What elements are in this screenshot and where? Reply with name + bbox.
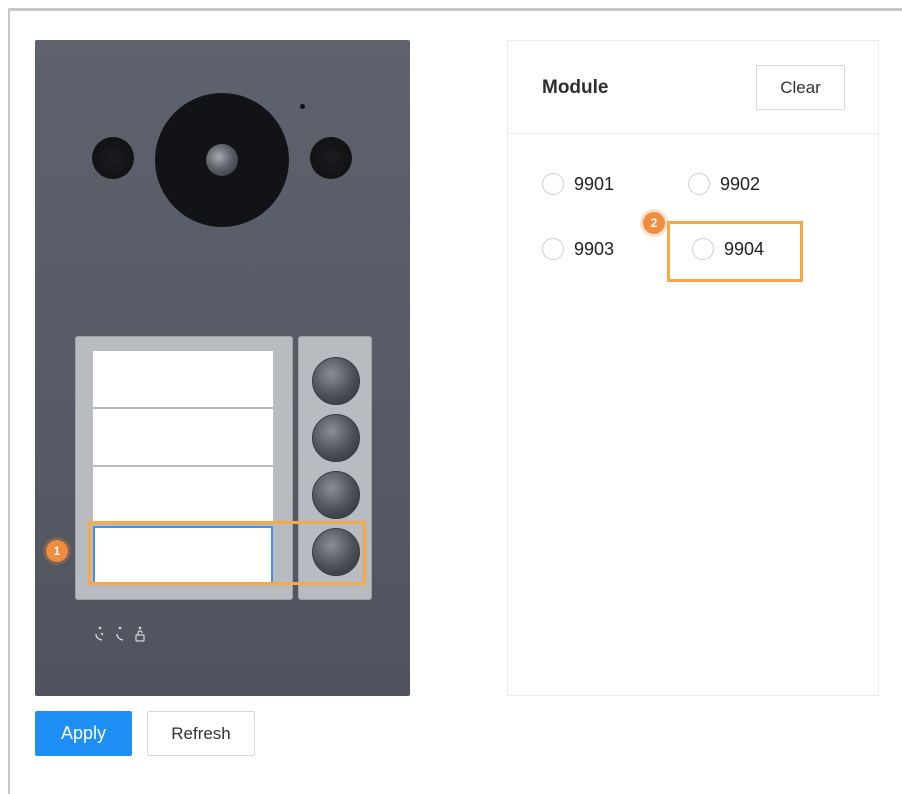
module-option-9903[interactable]: 9903 [542,238,614,260]
call-button-2[interactable] [312,414,360,462]
talk-status-icon [116,626,124,641]
right-ir-sensor-icon [310,137,352,179]
module-title: Module [542,77,609,98]
status-indicators [93,626,147,642]
module-option-9902[interactable]: 9902 [688,173,760,195]
module-option-label: 9903 [574,238,615,259]
callout-highlight-module-9904 [667,221,803,282]
callout-highlight-button-4 [88,521,366,585]
call-status-icon [95,626,104,641]
microphone-hole-icon [300,104,305,109]
camera-lens-icon [206,144,238,176]
module-header: Module Clear [508,41,878,134]
name-slot-3[interactable] [93,467,273,523]
left-ir-sensor-icon [92,137,134,179]
call-button-3[interactable] [312,471,360,519]
clear-button[interactable]: Clear [756,65,845,110]
radio-icon[interactable] [542,238,564,260]
apply-button[interactable]: Apply [35,711,132,756]
module-option-label: 9902 [720,173,761,194]
call-button-1[interactable] [312,357,360,405]
module-panel: Module Clear 9901 9902 9903 9904 [507,40,879,696]
frame-top-border [8,8,902,11]
refresh-button[interactable]: Refresh [147,711,255,756]
camera-icon [155,93,289,227]
module-option-label: 9901 [574,173,615,194]
callout-badge-1: 1 [46,540,68,562]
unlock-status-icon [135,626,145,642]
radio-icon[interactable] [542,173,564,195]
radio-icon[interactable] [688,173,710,195]
door-station-device [35,40,410,696]
callout-badge-2: 2 [643,212,665,234]
name-slot-1[interactable] [93,351,273,407]
module-option-9901[interactable]: 9901 [542,173,614,195]
name-slot-2[interactable] [93,409,273,465]
frame-left-border [8,8,10,794]
